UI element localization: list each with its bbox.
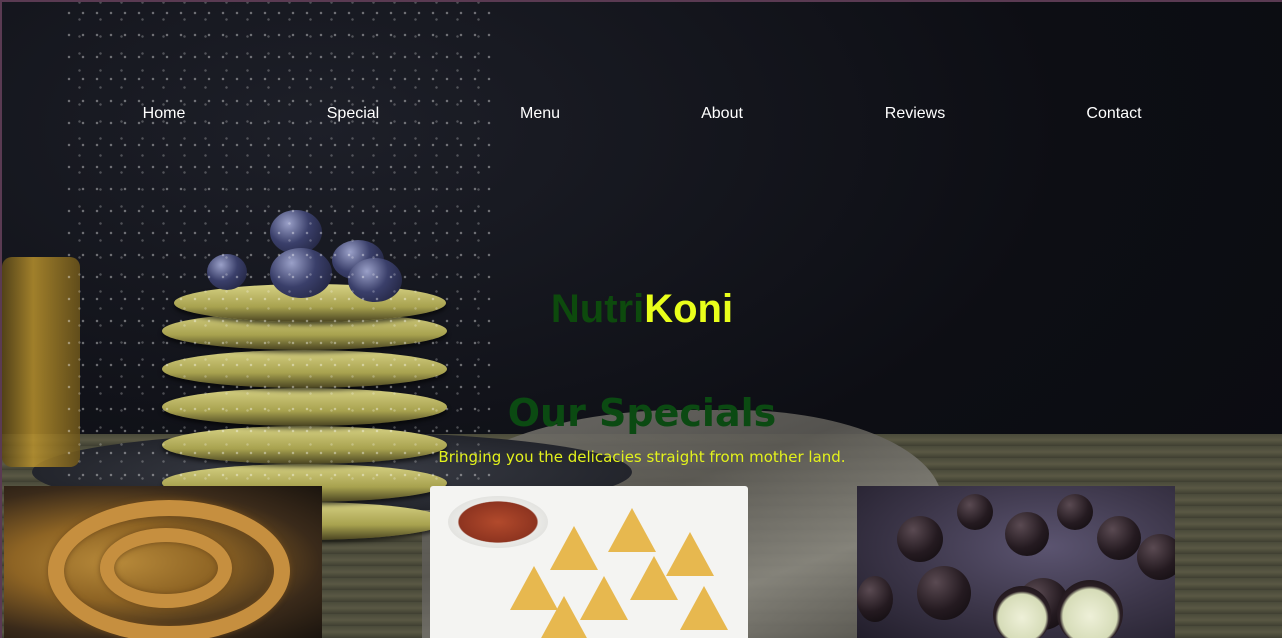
nav-link-home[interactable]: Home	[143, 104, 186, 124]
nav-link-special[interactable]: Special	[327, 104, 379, 124]
samosa	[608, 508, 656, 552]
sausage-coil-inner	[100, 528, 232, 608]
special-card-sausage[interactable]	[4, 486, 322, 638]
brand-part-koni: Koni	[644, 287, 734, 331]
chocolate-ball	[1005, 512, 1049, 556]
samosa	[550, 526, 598, 570]
brand-part-nutri: Nutri	[550, 287, 645, 331]
chocolate-ball	[857, 576, 893, 622]
chocolate-ball	[917, 566, 971, 620]
chocolate-ball-cut	[993, 586, 1051, 638]
specials-subtitle: Bringing you the delicacies straight fro…	[438, 448, 846, 466]
special-card-chocolate[interactable]	[857, 486, 1175, 638]
nav-link-contact[interactable]: Contact	[1086, 104, 1141, 124]
chocolate-ball	[1057, 494, 1093, 530]
nav-link-about[interactable]: About	[701, 104, 743, 124]
chocolate-ball	[957, 494, 993, 530]
sauce-bowl	[448, 496, 548, 548]
samosa	[680, 586, 728, 630]
nav-link-menu[interactable]: Menu	[520, 104, 560, 124]
chocolate-ball	[1137, 534, 1175, 580]
samosa	[540, 596, 588, 638]
samosa	[666, 532, 714, 576]
specials-heading: Our Specials	[507, 391, 777, 435]
brand-logo-text: NutriKoni	[0, 286, 1282, 332]
chocolate-ball	[1097, 516, 1141, 560]
main-navigation: Home Special Menu About Reviews Contact	[0, 104, 1282, 126]
special-card-samosa[interactable]	[430, 486, 748, 638]
nav-link-reviews[interactable]: Reviews	[885, 104, 945, 124]
chocolate-ball-cut	[1057, 580, 1123, 638]
chocolate-ball	[897, 516, 943, 562]
